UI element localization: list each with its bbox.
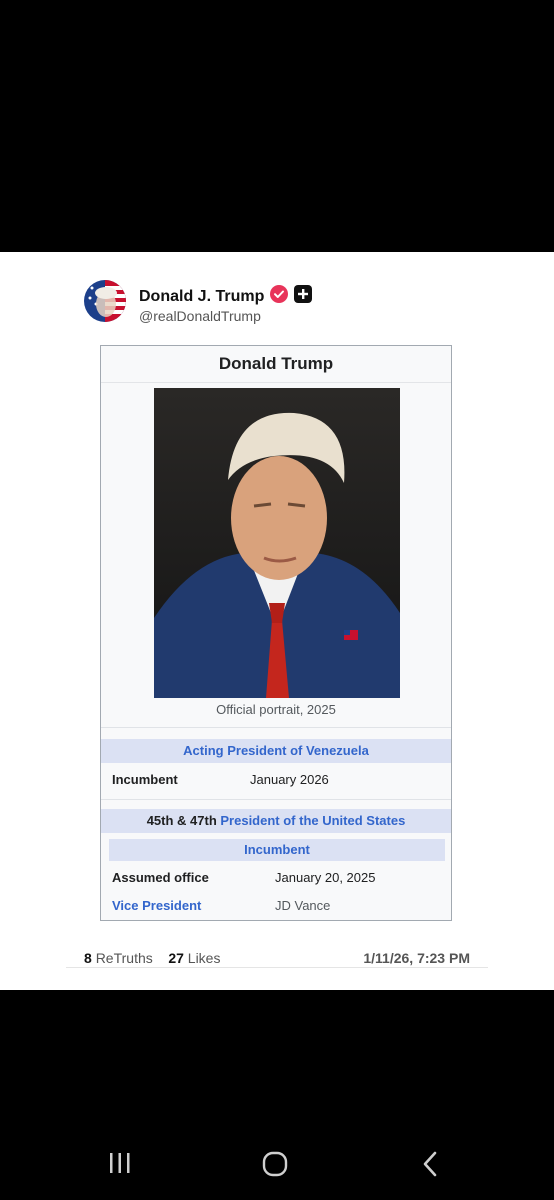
portrait-caption: Official portrait, 2025 (216, 702, 336, 717)
home-icon[interactable] (261, 1150, 289, 1183)
infobox-title: Donald Trump (101, 346, 451, 383)
likes-count[interactable]: 27 (168, 950, 184, 966)
vice-president-link[interactable]: Vice President (112, 898, 201, 913)
likes-label[interactable]: Likes (188, 950, 221, 966)
post-timestamp: 1/11/26, 7:23 PM (363, 950, 470, 966)
verified-badge-icon (270, 285, 289, 308)
official-portrait-image (154, 388, 400, 698)
post-card: Donald J. Trump @realDonaldTrump Donald … (0, 252, 554, 990)
top-black-area (0, 0, 554, 252)
back-icon[interactable] (420, 1150, 440, 1183)
author-handle[interactable]: @realDonaldTrump (139, 308, 261, 324)
usa-incumbent-subheader: Incumbent (109, 839, 445, 861)
wikipedia-infobox-image: Donald Trump Official portrait, 2025 Act… (100, 345, 452, 921)
plus-subscriber-icon (294, 285, 313, 308)
acting-prefix: Acting (183, 743, 228, 758)
author-avatar[interactable] (84, 280, 126, 322)
president-of-venezuela-link[interactable]: President of Venezuela (227, 743, 369, 758)
divider (101, 799, 451, 800)
venezuela-incumbent-value: January 2026 (250, 772, 329, 787)
vice-president-value: JD Vance (275, 898, 331, 913)
assumed-office-label: Assumed office (112, 870, 209, 885)
retruths-count[interactable]: 8 (84, 950, 92, 966)
venezuela-incumbent-label: Incumbent (112, 772, 178, 787)
divider (101, 727, 451, 728)
president-of-usa-link[interactable]: President of the United States (220, 813, 405, 828)
ordinal-prefix: 45th & 47th (146, 813, 221, 828)
divider (66, 967, 488, 968)
author-name[interactable]: Donald J. Trump (139, 288, 264, 306)
retruths-label[interactable]: ReTruths (96, 950, 153, 966)
section-header-venezuela: Acting President of Venezuela (101, 739, 451, 763)
recent-apps-icon[interactable] (108, 1150, 132, 1181)
post-stats: 8 ReTruths 27 Likes (84, 950, 220, 966)
system-navigation-bar (0, 1130, 554, 1200)
assumed-office-value: January 20, 2025 (275, 870, 376, 885)
section-header-usa: 45th & 47th President of the United Stat… (101, 809, 451, 833)
author-name-row: Donald J. Trump (139, 285, 313, 308)
